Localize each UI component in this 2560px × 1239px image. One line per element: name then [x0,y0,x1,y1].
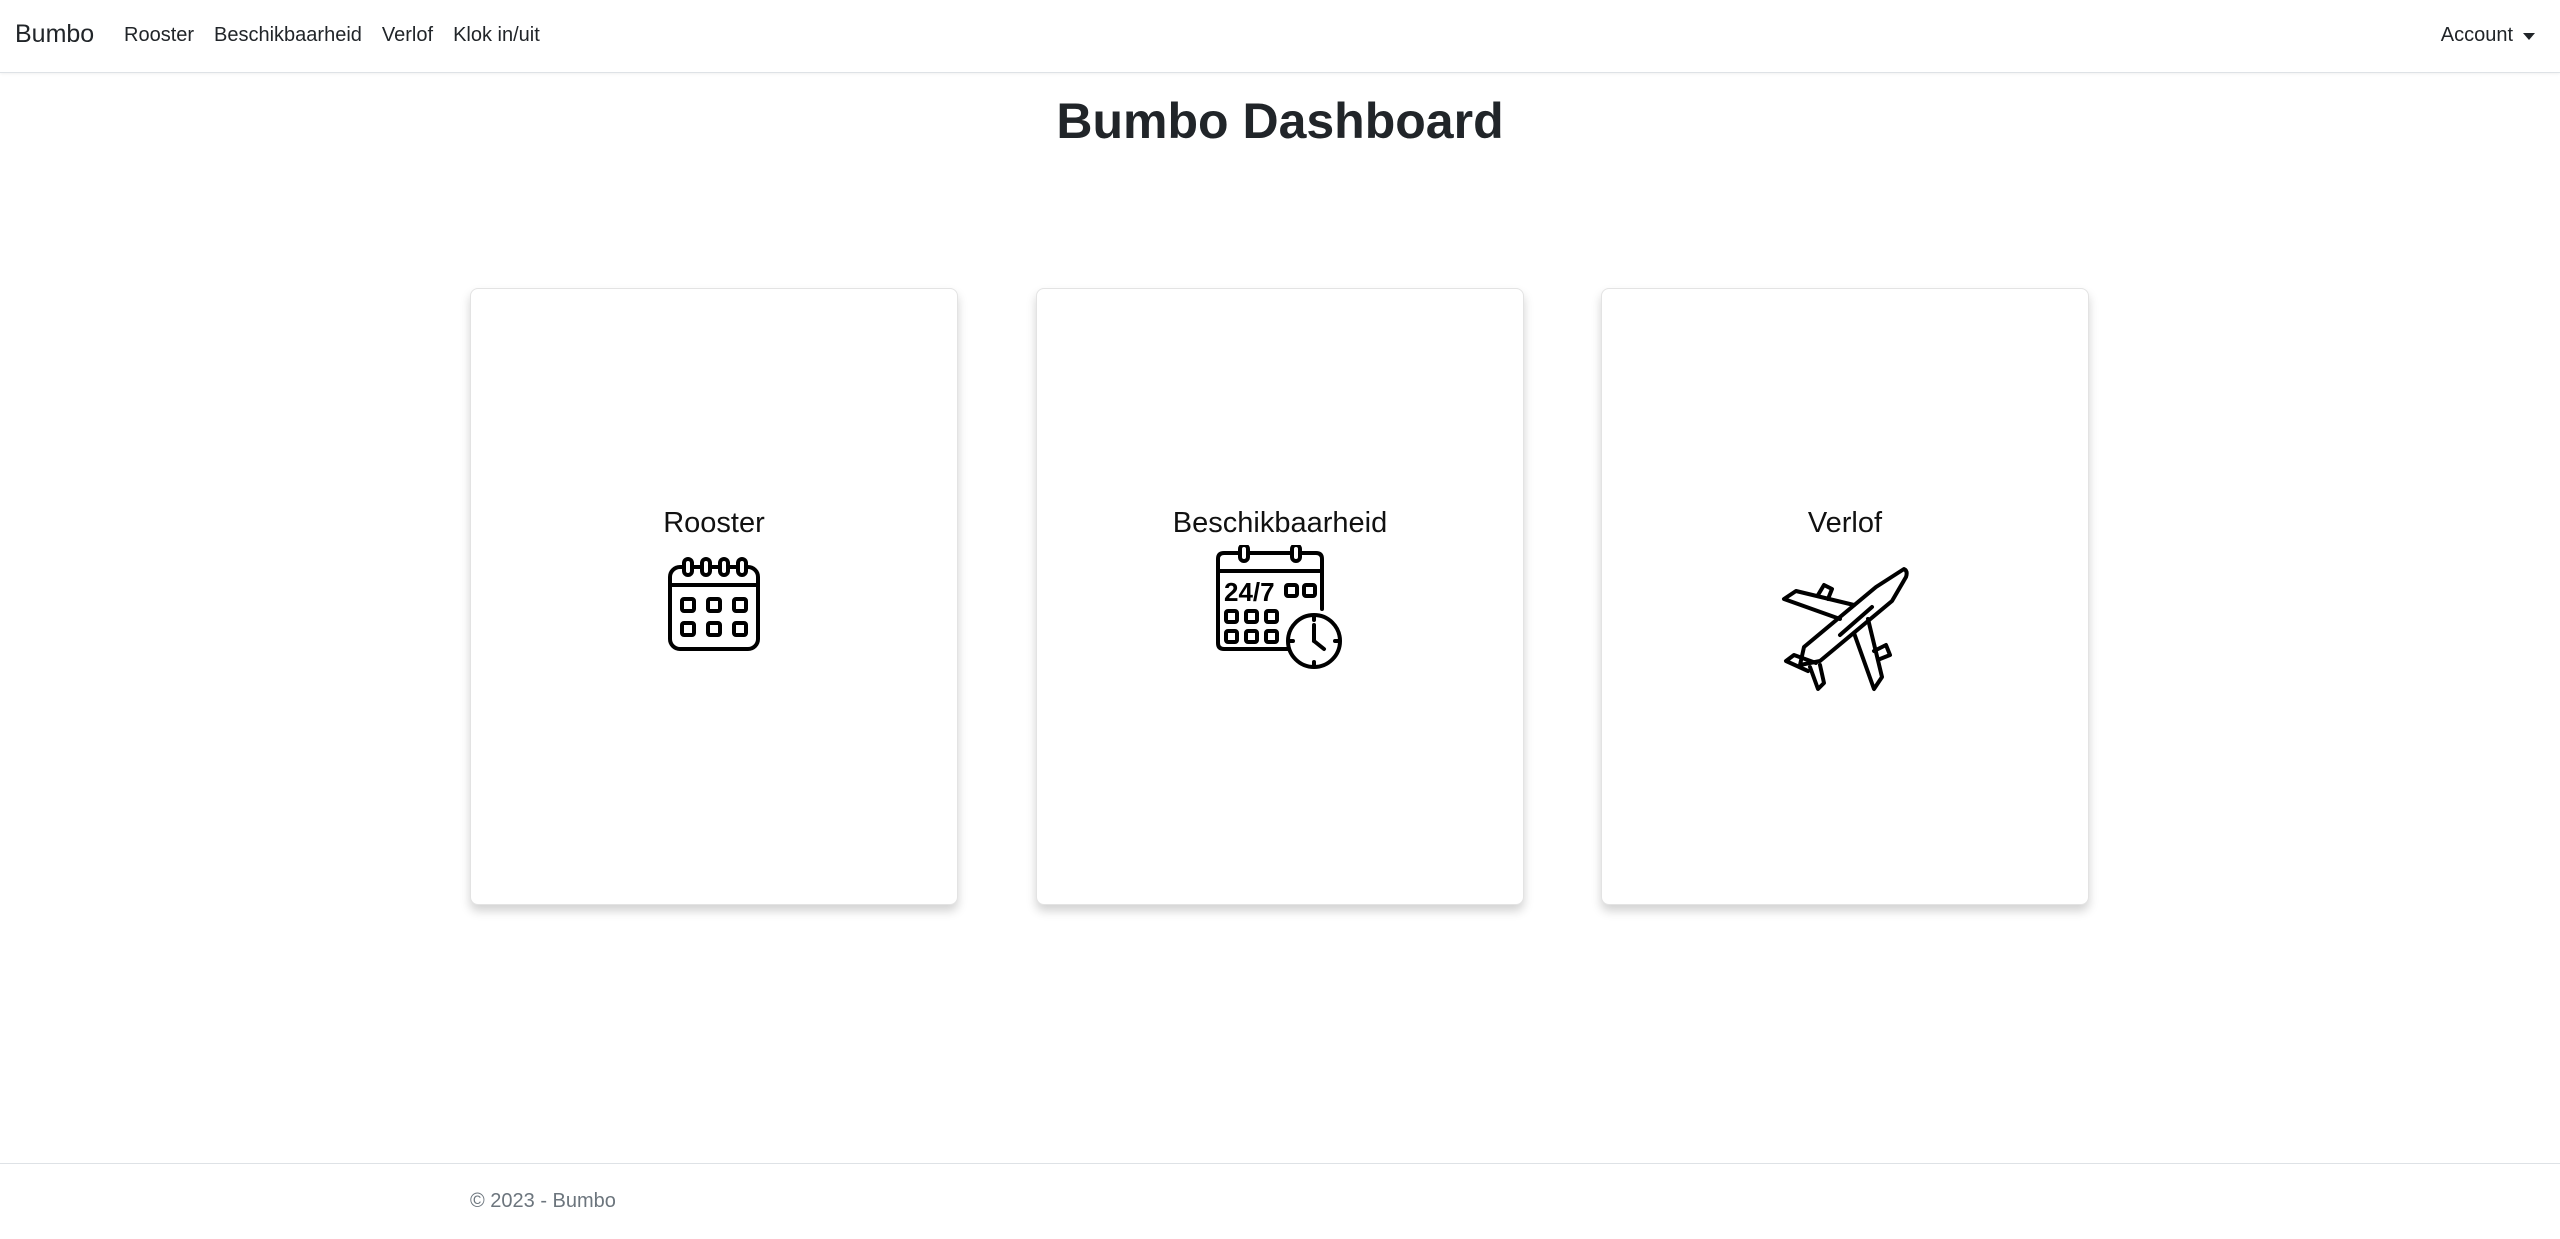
nav-link-rooster[interactable]: Rooster [124,24,194,47]
nav-link-beschikbaarheid[interactable]: Beschikbaarheid [214,24,362,47]
nav-link-klok[interactable]: Klok in/uit [453,24,540,47]
card-beschikbaarheid[interactable]: Beschikbaarheid 24/7 [1036,288,1524,905]
footer: © 2023 - Bumbo [0,1163,2560,1239]
svg-text:24/7: 24/7 [1224,577,1275,607]
navbar: Bumbo Rooster Beschikbaarheid Verlof Klo… [0,0,2560,73]
nav-links: Rooster Beschikbaarheid Verlof Klok in/u… [124,24,560,47]
card-verlof[interactable]: Verlof [1601,288,2089,905]
calendar-icon [668,557,760,651]
account-label: Account [2440,24,2513,46]
card-label: Beschikbaarheid [1172,507,1388,539]
footer-copyright: © 2023 - Bumbo [470,1190,616,1212]
card-label: Verlof [1807,507,1883,539]
card-rooster[interactable]: Rooster [470,288,958,905]
brand-link[interactable]: Bumbo [15,20,94,49]
account-dropdown[interactable]: Account [2441,24,2535,47]
calendar-24-7-clock-icon: 24/7 [1216,545,1342,669]
page-title: Bumbo Dashboard [1056,93,1504,149]
card-label: Rooster [663,507,765,539]
nav-link-verlof[interactable]: Verlof [382,24,433,47]
chevron-down-icon [2523,33,2535,40]
airplane-icon [1782,567,1909,691]
